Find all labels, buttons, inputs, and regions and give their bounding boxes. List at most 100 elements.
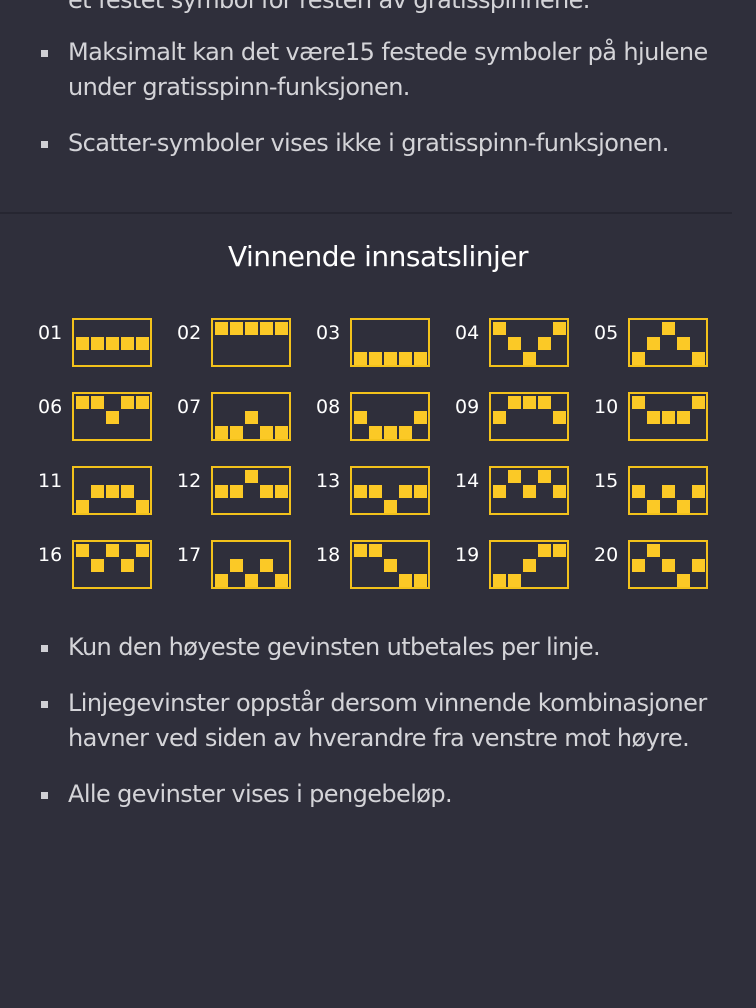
payline-empty-cell bbox=[538, 559, 551, 572]
payline-symbol-cell bbox=[76, 500, 89, 513]
rule-item: Kun den høyeste gevinsten utbetales per … bbox=[38, 630, 726, 665]
payline-number: 12 bbox=[177, 470, 202, 492]
payline-12: 12 bbox=[177, 466, 316, 515]
payline-empty-cell bbox=[384, 574, 397, 587]
payline-empty-cell bbox=[76, 574, 89, 587]
payline-symbol-cell bbox=[384, 559, 397, 572]
payline-symbol-cell bbox=[662, 411, 675, 424]
payline-symbol-cell bbox=[632, 559, 645, 572]
payline-empty-cell bbox=[647, 559, 660, 572]
payline-empty-cell bbox=[260, 337, 273, 350]
payline-empty-cell bbox=[136, 559, 149, 572]
payline-empty-cell bbox=[91, 352, 104, 365]
payline-number: 18 bbox=[316, 544, 341, 566]
payline-empty-cell bbox=[508, 500, 521, 513]
payline-empty-cell bbox=[493, 352, 506, 365]
payline-empty-cell bbox=[354, 559, 367, 572]
payline-symbol-cell bbox=[647, 500, 660, 513]
payline-symbol-cell bbox=[215, 322, 228, 335]
payline-empty-cell bbox=[523, 322, 536, 335]
payline-empty-cell bbox=[399, 396, 412, 409]
payline-empty-cell bbox=[553, 559, 566, 572]
payline-empty-cell bbox=[275, 337, 288, 350]
payline-symbol-cell bbox=[230, 559, 243, 572]
payline-empty-cell bbox=[260, 500, 273, 513]
payline-empty-cell bbox=[538, 485, 551, 498]
payline-symbol-cell bbox=[399, 352, 412, 365]
payline-symbol-cell bbox=[369, 352, 382, 365]
payline-symbol-cell bbox=[662, 485, 675, 498]
payline-empty-cell bbox=[399, 337, 412, 350]
payline-symbol-cell bbox=[523, 352, 536, 365]
payline-symbol-cell bbox=[647, 544, 660, 557]
payline-empty-cell bbox=[215, 337, 228, 350]
payline-empty-cell bbox=[414, 470, 427, 483]
payline-number: 07 bbox=[177, 396, 202, 418]
payline-empty-cell bbox=[136, 411, 149, 424]
payline-empty-cell bbox=[215, 411, 228, 424]
payline-empty-cell bbox=[692, 500, 705, 513]
payline-symbol-cell bbox=[121, 559, 134, 572]
payline-number: 03 bbox=[316, 322, 341, 344]
payline-empty-cell bbox=[215, 559, 228, 572]
payline-empty-cell bbox=[414, 544, 427, 557]
payline-empty-cell bbox=[632, 574, 645, 587]
payline-empty-cell bbox=[384, 411, 397, 424]
payline-empty-cell bbox=[647, 396, 660, 409]
payline-empty-cell bbox=[399, 559, 412, 572]
payline-11: 11 bbox=[38, 466, 177, 515]
payline-empty-cell bbox=[538, 352, 551, 365]
payline-symbol-cell bbox=[136, 544, 149, 557]
payline-diagram bbox=[211, 540, 291, 589]
payline-symbol-cell bbox=[508, 574, 521, 587]
payline-symbol-cell bbox=[677, 574, 690, 587]
payline-diagram bbox=[350, 392, 430, 441]
payline-empty-cell bbox=[523, 411, 536, 424]
payline-empty-cell bbox=[260, 470, 273, 483]
payline-number: 09 bbox=[455, 396, 480, 418]
payline-symbol-cell bbox=[260, 485, 273, 498]
payline-18: 18 bbox=[316, 540, 455, 589]
payline-empty-cell bbox=[632, 544, 645, 557]
payline-empty-cell bbox=[354, 337, 367, 350]
payline-symbol-cell bbox=[260, 322, 273, 335]
payline-empty-cell bbox=[76, 559, 89, 572]
payline-empty-cell bbox=[677, 352, 690, 365]
payline-empty-cell bbox=[553, 337, 566, 350]
payline-empty-cell bbox=[493, 337, 506, 350]
payline-symbol-cell bbox=[632, 352, 645, 365]
payline-empty-cell bbox=[121, 500, 134, 513]
payline-19: 19 bbox=[455, 540, 594, 589]
payline-empty-cell bbox=[106, 559, 119, 572]
payline-symbol-cell bbox=[538, 337, 551, 350]
payline-empty-cell bbox=[632, 411, 645, 424]
payline-empty-cell bbox=[230, 470, 243, 483]
payline-empty-cell bbox=[662, 574, 675, 587]
payline-symbol-cell bbox=[91, 485, 104, 498]
payline-empty-cell bbox=[384, 337, 397, 350]
payline-empty-cell bbox=[692, 544, 705, 557]
payline-symbol-cell bbox=[76, 544, 89, 557]
payline-symbol-cell bbox=[523, 485, 536, 498]
payline-symbol-cell bbox=[384, 500, 397, 513]
payline-02: 02 bbox=[177, 318, 316, 367]
payline-empty-cell bbox=[76, 411, 89, 424]
payline-empty-cell bbox=[354, 500, 367, 513]
payline-empty-cell bbox=[121, 322, 134, 335]
payline-empty-cell bbox=[384, 470, 397, 483]
payline-empty-cell bbox=[215, 352, 228, 365]
payline-empty-cell bbox=[369, 337, 382, 350]
payline-symbol-cell bbox=[106, 544, 119, 557]
payline-empty-cell bbox=[275, 500, 288, 513]
payline-empty-cell bbox=[260, 396, 273, 409]
payline-symbol-cell bbox=[508, 337, 521, 350]
payline-empty-cell bbox=[91, 411, 104, 424]
payline-empty-cell bbox=[493, 500, 506, 513]
payline-empty-cell bbox=[136, 322, 149, 335]
payline-empty-cell bbox=[662, 426, 675, 439]
payline-empty-cell bbox=[662, 500, 675, 513]
payline-symbol-cell bbox=[106, 485, 119, 498]
payline-empty-cell bbox=[369, 559, 382, 572]
payline-empty-cell bbox=[215, 396, 228, 409]
payline-empty-cell bbox=[76, 352, 89, 365]
